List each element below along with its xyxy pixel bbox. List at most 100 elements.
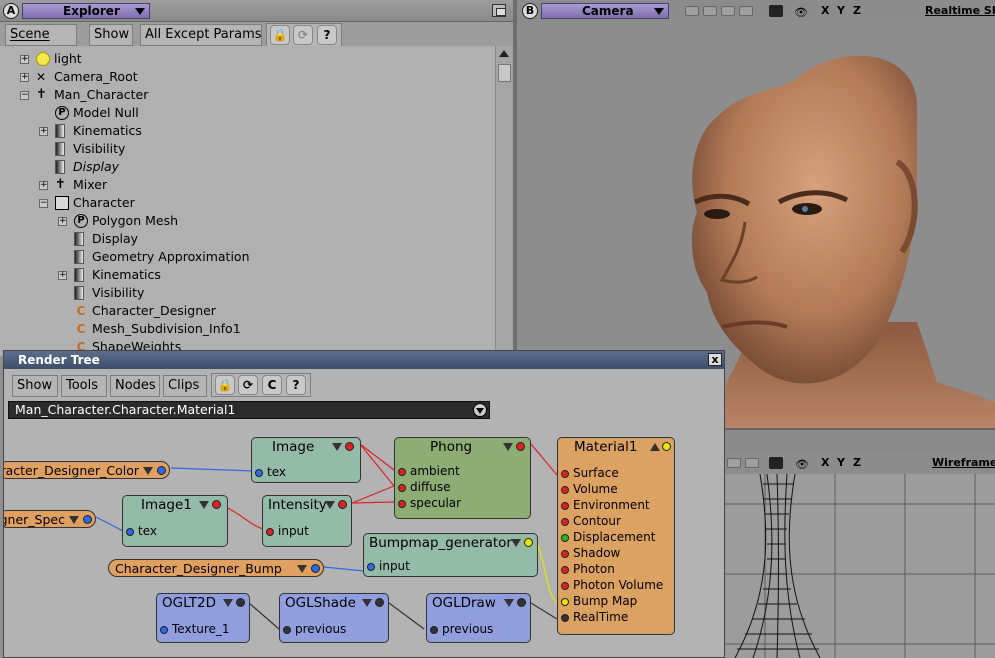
tree-item[interactable]: + Kinematics bbox=[0, 266, 495, 284]
node-image[interactable]: Image tex bbox=[251, 437, 361, 483]
tree-item[interactable]: + P Polygon Mesh bbox=[0, 212, 495, 230]
port-realtime[interactable]: RealTime bbox=[561, 610, 628, 624]
help-icon[interactable]: ? bbox=[286, 375, 306, 395]
output-port[interactable] bbox=[517, 598, 526, 607]
tree-item[interactable]: + ✕ Camera_Root bbox=[0, 68, 495, 86]
node-material1[interactable]: Material1 Surface Volume Environment Contou… bbox=[557, 437, 675, 635]
help-icon[interactable]: ? bbox=[317, 25, 337, 45]
collapse-icon[interactable] bbox=[504, 599, 514, 607]
rt-show-menu[interactable]: Show bbox=[12, 375, 58, 397]
port-previous[interactable]: previous bbox=[283, 622, 346, 636]
panel-letter-b[interactable]: B bbox=[522, 3, 538, 19]
scroll-up-arrow[interactable] bbox=[499, 50, 509, 57]
panel-letter-a[interactable]: A bbox=[3, 3, 19, 19]
tree-item[interactable]: − Character bbox=[0, 194, 495, 212]
node-canvas[interactable]: Character_Designer_Color Character_Desig… bbox=[4, 423, 724, 658]
tree-item[interactable]: + light bbox=[0, 50, 495, 68]
collapse-icon[interactable] bbox=[503, 443, 513, 451]
clip-icon[interactable]: C bbox=[262, 375, 282, 395]
node-oglshade[interactable]: OGLShade previous bbox=[279, 593, 389, 643]
output-port[interactable] bbox=[236, 598, 245, 607]
shading-mode-menu[interactable]: Realtime Sh... bbox=[925, 4, 995, 17]
port-bump-map[interactable]: Bump Map bbox=[561, 594, 637, 608]
layout-box-icon[interactable] bbox=[721, 6, 735, 16]
expand-icon[interactable]: + bbox=[58, 217, 67, 226]
refresh-icon[interactable]: ⟳ bbox=[238, 375, 258, 395]
port-volume[interactable]: Volume bbox=[561, 482, 618, 496]
chevron-down-icon[interactable] bbox=[473, 403, 487, 417]
collapse-icon[interactable] bbox=[199, 501, 209, 509]
expand-icon[interactable]: + bbox=[20, 73, 29, 82]
tree-item[interactable]: P Model Null bbox=[0, 104, 495, 122]
param-bump[interactable]: Character_Designer_Bump bbox=[108, 559, 324, 577]
expand-icon[interactable]: + bbox=[20, 55, 29, 64]
tree-item[interactable]: Display bbox=[0, 158, 495, 176]
node-ogldraw[interactable]: OGLDraw previous bbox=[426, 593, 531, 643]
tree-item[interactable]: Visibility bbox=[0, 140, 495, 158]
port-environment[interactable]: Environment bbox=[561, 498, 650, 512]
port-photon[interactable]: Photon bbox=[561, 562, 615, 576]
filter-button[interactable]: All Except Params bbox=[140, 24, 262, 46]
tree-item[interactable]: − ✝ Man_Character bbox=[0, 86, 495, 104]
output-port[interactable] bbox=[311, 564, 320, 573]
collapse-icon[interactable] bbox=[362, 599, 372, 607]
viewport-divider[interactable] bbox=[725, 428, 995, 452]
axis-z[interactable]: Z bbox=[853, 4, 861, 17]
explorer-scrollbar[interactable] bbox=[495, 46, 513, 356]
param-spec[interactable]: Character_Designer_Spec bbox=[4, 510, 96, 528]
port-photon-volume[interactable]: Photon Volume bbox=[561, 578, 663, 592]
collapse-icon[interactable] bbox=[325, 501, 335, 509]
rt-tools-menu[interactable]: Tools bbox=[61, 375, 107, 397]
show-button[interactable]: Show bbox=[89, 24, 133, 46]
material-path-field[interactable]: Man_Character.Character.Material1 bbox=[8, 401, 490, 419]
collapse-icon[interactable] bbox=[332, 443, 342, 451]
param-color[interactable]: Character_Designer_Color bbox=[4, 461, 170, 479]
layout-box-icon[interactable] bbox=[739, 6, 753, 16]
collapse-icon[interactable] bbox=[511, 539, 521, 547]
collapse-icon[interactable]: − bbox=[39, 199, 48, 208]
render-tree-titlebar[interactable]: Render Tree x bbox=[4, 351, 724, 369]
video-camera-icon[interactable] bbox=[769, 5, 783, 17]
tree-item[interactable]: Display bbox=[0, 230, 495, 248]
layout-box-icon[interactable] bbox=[685, 6, 699, 16]
tree-item[interactable]: C Mesh_Subdivision_Info1 bbox=[0, 320, 495, 338]
port-displacement[interactable]: Displacement bbox=[561, 530, 656, 544]
collapse-icon[interactable] bbox=[650, 443, 660, 451]
expand-icon[interactable]: + bbox=[58, 271, 67, 280]
eye-icon[interactable]: 👁 bbox=[795, 458, 809, 471]
axis-z[interactable]: Z bbox=[853, 456, 861, 469]
port-tex[interactable]: tex bbox=[255, 465, 286, 479]
layout-box-icon[interactable] bbox=[745, 458, 759, 468]
node-oglt2d[interactable]: OGLT2D Texture_1 bbox=[156, 593, 250, 643]
close-icon[interactable]: x bbox=[708, 353, 722, 366]
node-image1[interactable]: Image1 tex bbox=[122, 495, 228, 547]
node-intensity[interactable]: Intensity input bbox=[262, 495, 352, 547]
explorer-view-selector[interactable]: Explorer bbox=[22, 3, 150, 19]
refresh-icon[interactable]: ⟳ bbox=[293, 25, 313, 45]
axis-x[interactable]: X bbox=[821, 4, 829, 17]
port-shadow[interactable]: Shadow bbox=[561, 546, 620, 560]
node-phong[interactable]: Phong ambient diffuse specular bbox=[394, 437, 531, 519]
port-tex[interactable]: tex bbox=[126, 524, 157, 538]
collapse-icon[interactable] bbox=[143, 467, 153, 475]
tree-item[interactable]: Visibility bbox=[0, 284, 495, 302]
scroll-thumb[interactable] bbox=[498, 64, 511, 82]
port-input[interactable]: input bbox=[367, 559, 410, 573]
tree-item[interactable]: Geometry Approximation bbox=[0, 248, 495, 266]
tree-item[interactable]: + ✝ Mixer bbox=[0, 176, 495, 194]
collapse-icon[interactable] bbox=[69, 516, 79, 524]
shading-mode-menu[interactable]: Wireframe bbox=[932, 456, 995, 469]
rt-clips-menu[interactable]: Clips bbox=[163, 375, 207, 397]
tree-item[interactable]: + Kinematics bbox=[0, 122, 495, 140]
collapse-icon[interactable] bbox=[297, 565, 307, 573]
output-port[interactable] bbox=[157, 466, 166, 475]
port-input[interactable]: input bbox=[266, 524, 309, 538]
axis-y[interactable]: Y bbox=[837, 456, 845, 469]
port-ambient[interactable]: ambient bbox=[398, 464, 460, 478]
output-port[interactable] bbox=[662, 442, 671, 451]
port-texture-1[interactable]: Texture_1 bbox=[160, 622, 230, 636]
output-port[interactable] bbox=[524, 538, 533, 547]
layout-box-icon[interactable] bbox=[703, 6, 717, 16]
rt-nodes-menu[interactable]: Nodes bbox=[110, 375, 160, 397]
tree-item[interactable]: C Character_Designer bbox=[0, 302, 495, 320]
